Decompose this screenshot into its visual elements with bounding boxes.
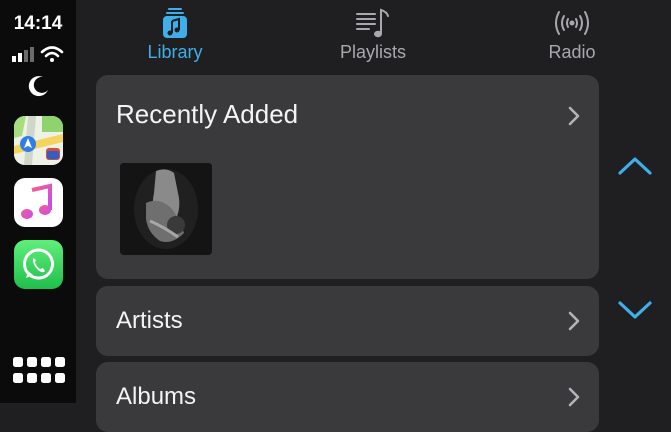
tab-radio[interactable]: Radio — [512, 6, 632, 63]
tab-library[interactable]: Library — [115, 6, 235, 63]
music-note-stack-icon — [163, 8, 187, 38]
tab-playlists[interactable]: Playlists — [313, 6, 433, 63]
scroll-up-chevron-icon[interactable] — [616, 154, 654, 178]
whatsapp-app-icon[interactable] — [14, 240, 63, 289]
artists-label: Artists — [116, 307, 183, 334]
tab-label: Library — [147, 42, 203, 62]
status-time: 14:14 — [13, 13, 63, 34]
scroll-down-chevron-icon[interactable] — [616, 298, 654, 322]
status-signal-wifi-icons — [12, 46, 64, 62]
moon-icon — [28, 76, 48, 97]
music-app-icon[interactable] — [14, 178, 63, 227]
chevron-right-icon — [568, 106, 580, 126]
playlist-icon — [356, 8, 389, 38]
maps-app-icon[interactable] — [14, 116, 63, 165]
albums-row[interactable]: Albums — [96, 362, 599, 432]
home-grid-icon[interactable] — [13, 357, 65, 385]
radio-broadcast-icon — [555, 11, 589, 35]
album-artwork[interactable] — [120, 163, 212, 255]
artists-row[interactable]: Artists — [96, 286, 599, 356]
albums-label: Albums — [116, 383, 197, 410]
wifi-icon — [40, 46, 64, 58]
tab-bar: Library Playlists Radio — [76, 0, 671, 70]
carplay-sidebar: 14:14 — [0, 0, 76, 403]
tab-label: Playlists — [339, 42, 406, 62]
chevron-right-icon — [568, 311, 580, 331]
recently-added-title: Recently Added — [116, 99, 299, 129]
recently-added-card[interactable]: Recently Added — [96, 75, 599, 279]
tab-label: Radio — [548, 42, 596, 62]
chevron-right-icon — [568, 387, 580, 407]
